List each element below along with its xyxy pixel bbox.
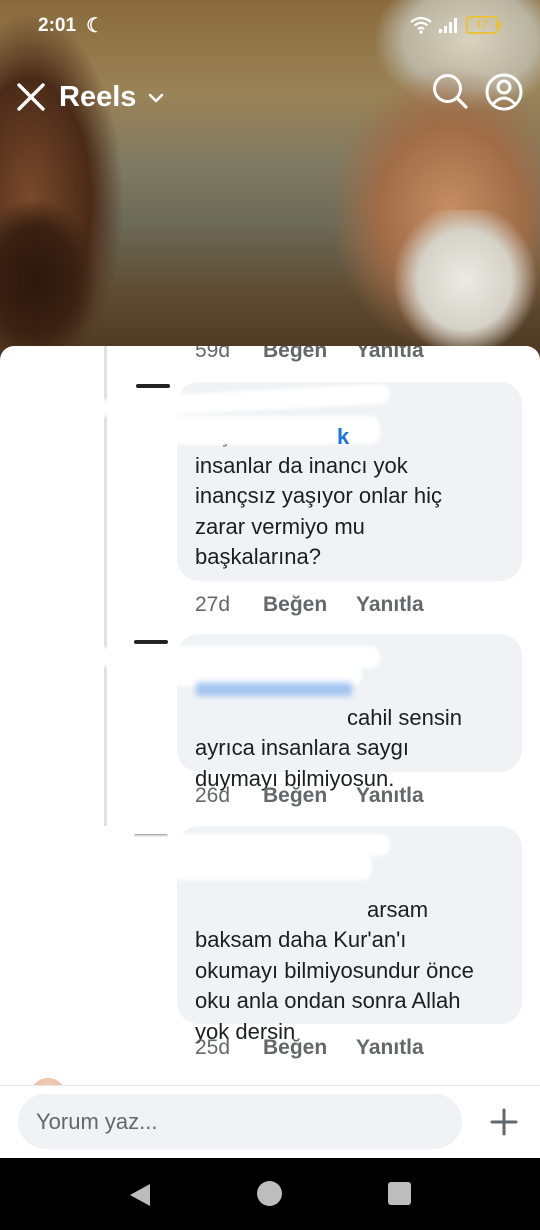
plus-icon[interactable]: [488, 1106, 520, 1138]
profile-icon[interactable]: [484, 72, 524, 112]
search-icon[interactable]: [431, 72, 469, 110]
chevron-down-icon[interactable]: [148, 90, 164, 106]
like-button[interactable]: Beğen: [263, 784, 356, 808]
thread-line: [104, 346, 107, 826]
reel-video-figure-left: [0, 200, 120, 370]
comment-time: 27d: [195, 593, 231, 616]
comment-meta-row: 59d Beğen Yanıtla: [195, 346, 424, 363]
like-button[interactable]: Beğen: [263, 1036, 356, 1060]
close-icon[interactable]: [14, 80, 48, 114]
comments-sheet[interactable]: 59d Beğen Yanıtla başka insanlar da inan…: [0, 346, 540, 1158]
reply-button[interactable]: Yanıtla: [356, 346, 424, 363]
comment-meta-row: 25d Beğen Yanıtla: [195, 1036, 424, 1060]
redaction: [172, 854, 372, 880]
comment-time: 25d: [195, 1036, 231, 1059]
battery-icon: 17: [466, 16, 501, 34]
comment-input[interactable]: [18, 1094, 462, 1149]
back-icon[interactable]: [128, 1182, 152, 1208]
redacted-avatar: [134, 640, 168, 644]
redaction: [100, 834, 390, 856]
moon-icon: ☾: [86, 15, 104, 37]
recent-apps-icon[interactable]: [388, 1182, 411, 1205]
status-bar: 2:01 ☾ 17: [0, 0, 540, 54]
reply-button[interactable]: Yanıtla: [356, 784, 424, 808]
blurred-mention: [196, 682, 352, 696]
mention-fragment: k: [337, 424, 350, 449]
signal-icon: [439, 18, 457, 33]
comment-meta-row: 26d Beğen Yanıtla: [195, 784, 424, 808]
comment-text-body: cahil sensin ayrıca insanlara saygı duym…: [195, 704, 462, 791]
status-time: 2:01: [38, 15, 77, 36]
redaction: [178, 422, 336, 444]
comment-time: 59d: [195, 346, 231, 362]
home-icon[interactable]: [257, 1181, 282, 1206]
page-title[interactable]: Reels: [59, 81, 136, 114]
comment-composer: [0, 1085, 540, 1159]
like-button[interactable]: Beğen: [263, 346, 356, 363]
status-icons: 17: [410, 16, 501, 34]
wifi-icon: [410, 16, 432, 34]
reply-button[interactable]: Yanıtla: [356, 593, 424, 617]
comment-text-body: arsam baksam daha Kur'an'ı okumayı bilmi…: [195, 896, 474, 1044]
redacted-avatar: [136, 384, 170, 388]
system-nav-bar: [0, 1158, 540, 1230]
reply-button[interactable]: Yanıtla: [356, 1036, 424, 1060]
comment-meta-row: 27d Beğen Yanıtla: [195, 593, 424, 617]
like-button[interactable]: Beğen: [263, 593, 356, 617]
reels-header: Reels: [0, 70, 540, 130]
comment-text: arsam baksam daha Kur'an'ı okumayı bilmi…: [195, 864, 515, 1047]
comment-time: 26d: [195, 784, 231, 807]
